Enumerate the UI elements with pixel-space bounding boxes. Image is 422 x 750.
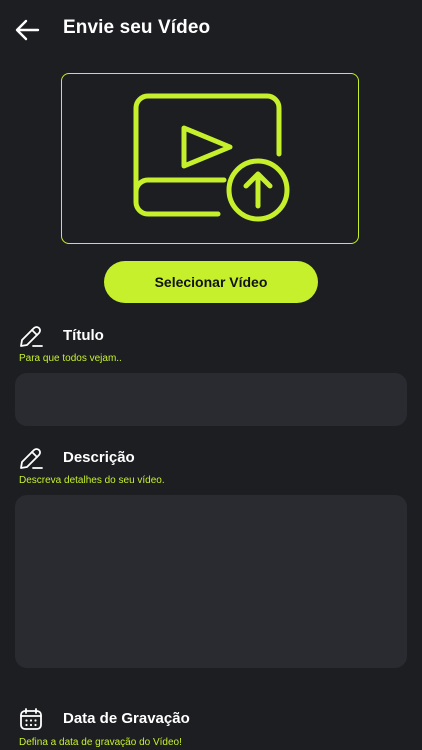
calendar-icon bbox=[20, 708, 42, 730]
pencil-icon bbox=[20, 326, 43, 347]
app-header: Envie seu Vídeo bbox=[0, 0, 422, 60]
recording-date-hint: Defina a data de gravação do Vídeo! bbox=[19, 737, 182, 748]
video-upload-icon bbox=[133, 93, 290, 222]
pencil-icon bbox=[20, 448, 43, 469]
description-label: Descrição bbox=[63, 449, 135, 466]
recording-date-label: Data de Gravação bbox=[63, 710, 190, 727]
title-input[interactable] bbox=[15, 373, 407, 426]
description-textarea[interactable] bbox=[15, 495, 407, 668]
select-video-button[interactable]: Selecionar Vídeo bbox=[104, 261, 318, 303]
video-upload-area[interactable] bbox=[61, 73, 359, 244]
title-label: Título bbox=[63, 327, 104, 344]
arrow-left-icon bbox=[15, 19, 40, 41]
back-button[interactable] bbox=[14, 18, 40, 42]
page-title: Envie seu Vídeo bbox=[63, 17, 211, 38]
title-hint: Para que todos vejam.. bbox=[19, 353, 122, 364]
description-hint: Descreva detalhes do seu vídeo. bbox=[19, 475, 165, 486]
